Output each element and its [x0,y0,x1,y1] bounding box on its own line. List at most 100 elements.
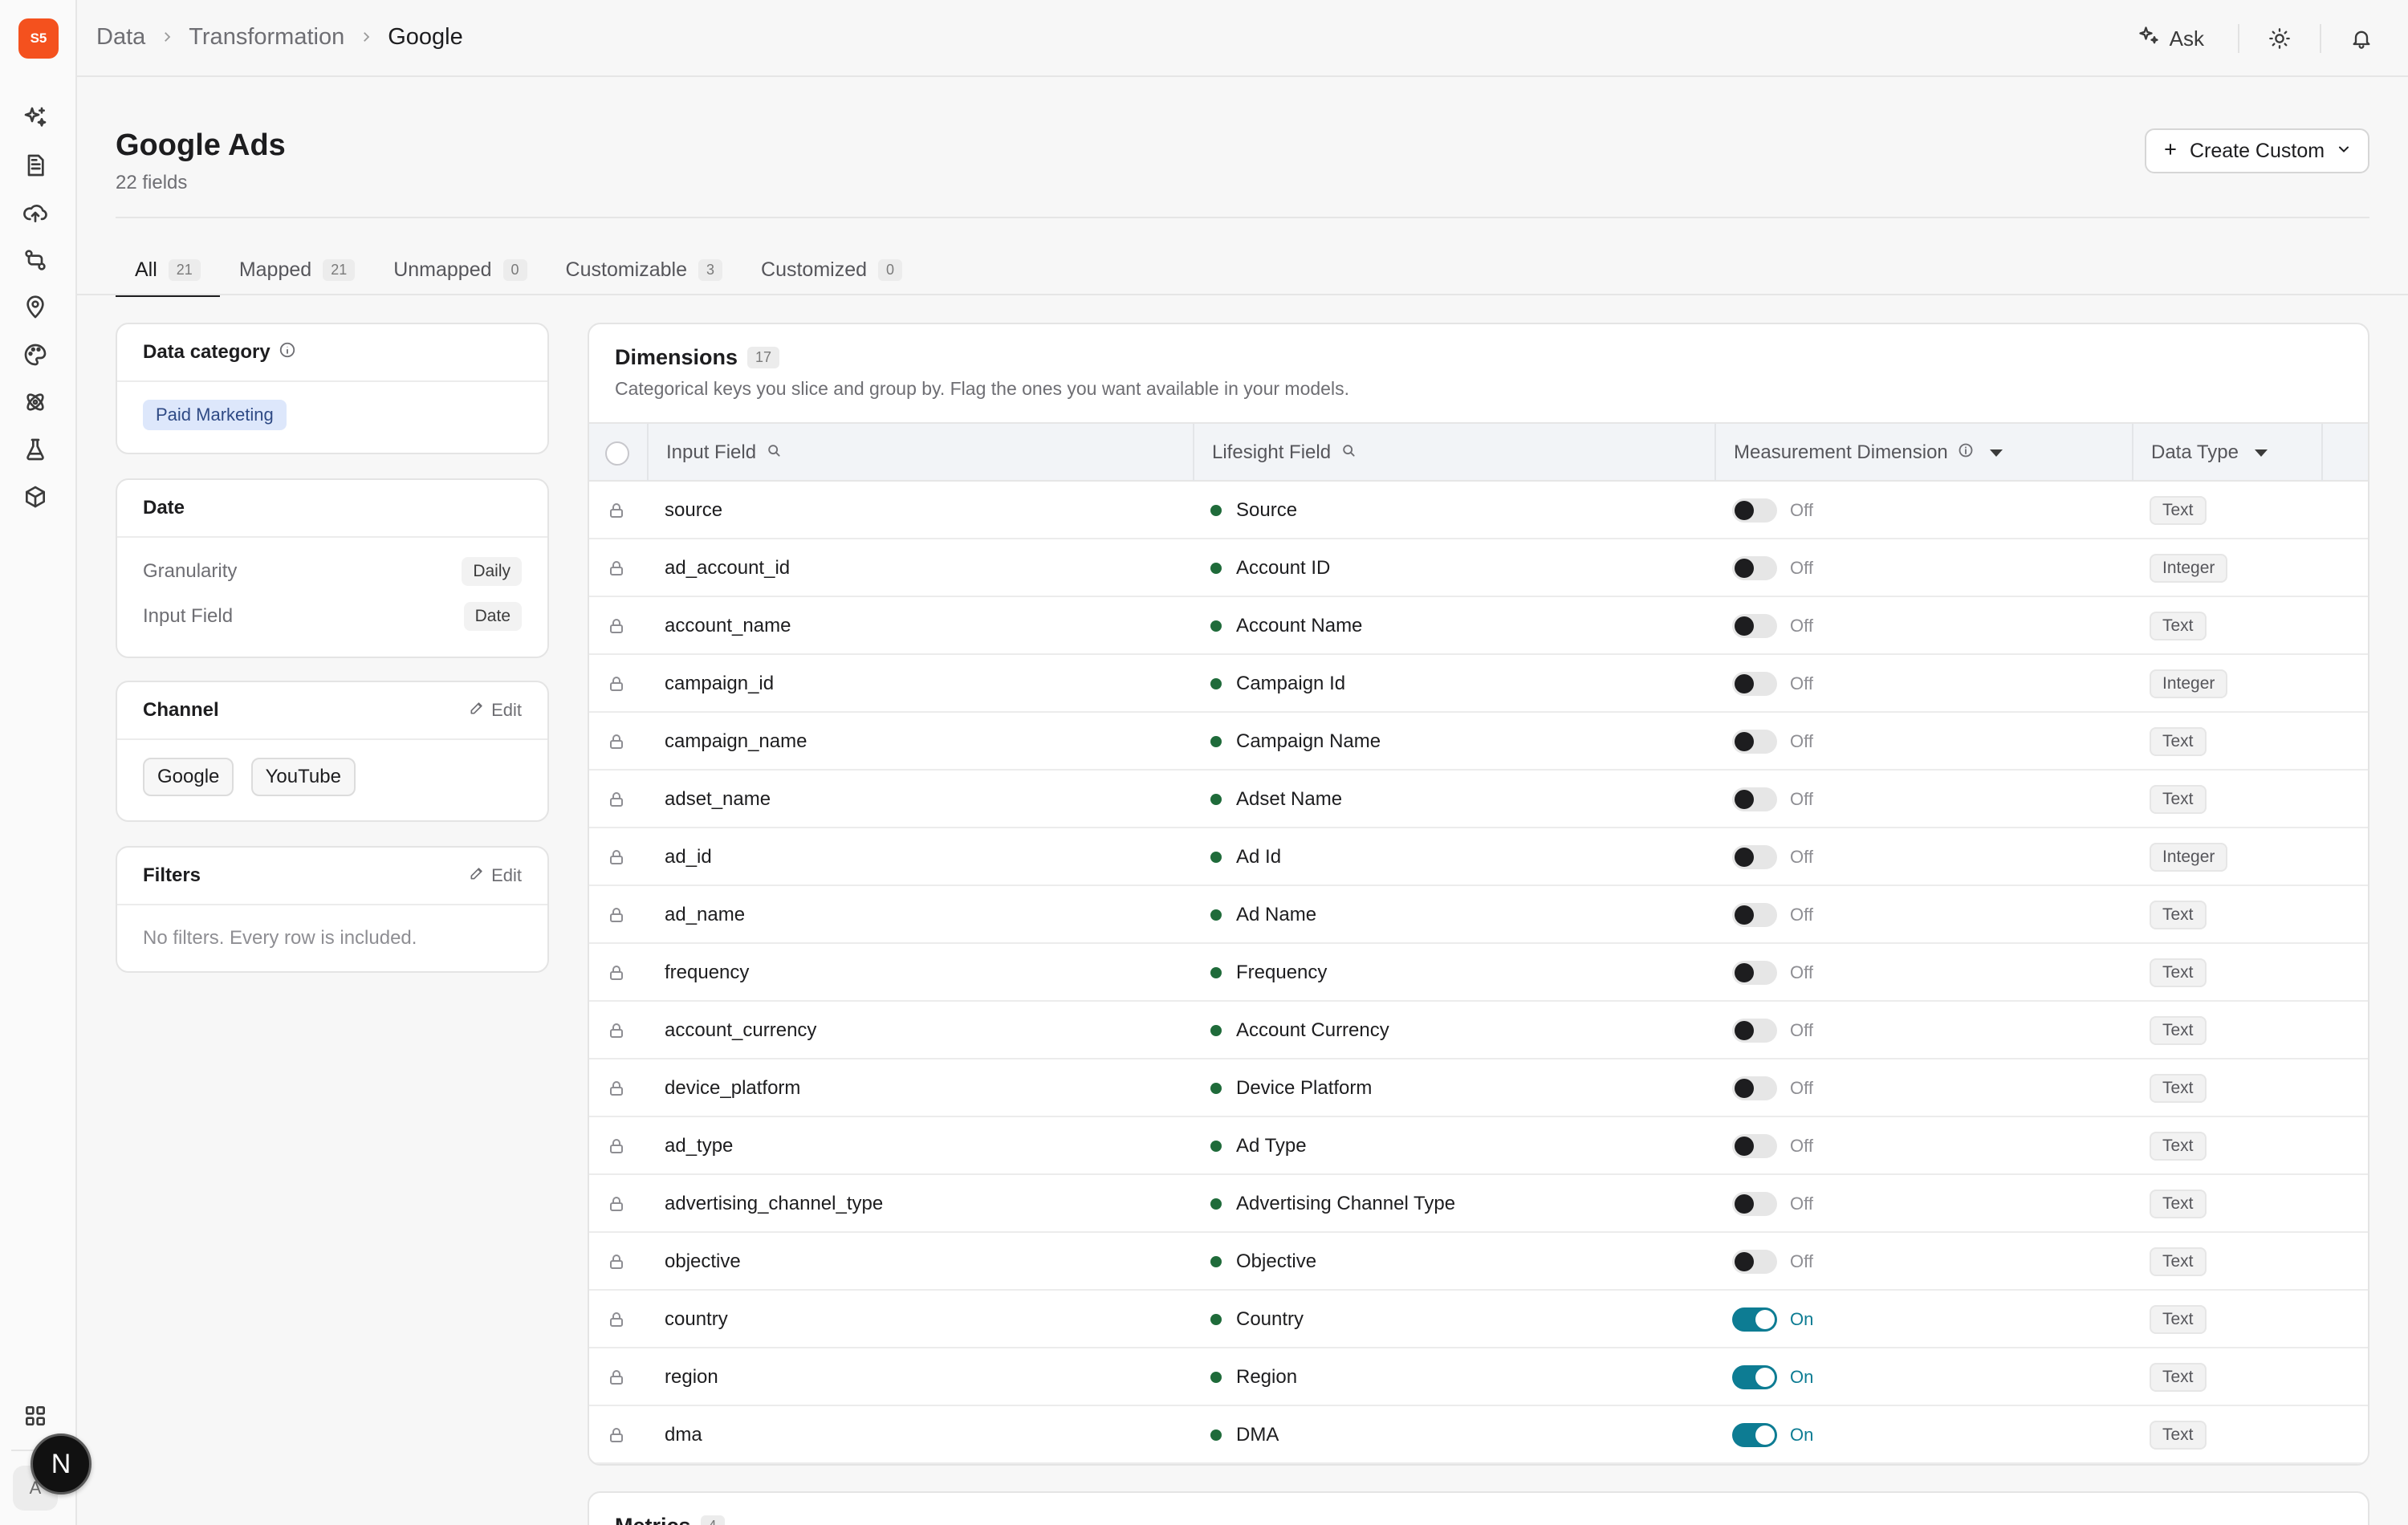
table-row[interactable]: adset_name Adset Name Off Text [589,771,2368,828]
lifesight-field-cell[interactable]: Adset Name [1210,771,1342,828]
data-type-badge[interactable]: Text [2150,1074,2207,1103]
info-icon[interactable] [279,341,296,364]
bell-icon[interactable] [2347,24,2376,53]
input-field-value[interactable]: Date [463,602,522,631]
tab-unmapped[interactable]: Unmapped 0 [374,244,546,295]
edit-filters-button[interactable]: Edit [469,865,522,886]
column-data-type[interactable]: Data Type [2132,424,2321,482]
table-row[interactable]: campaign_id Campaign Id Off Integer [589,655,2368,713]
table-row[interactable]: account_currency Account Currency Off Text [589,1002,2368,1059]
data-type-badge[interactable]: Text [2150,1190,2207,1218]
channel-chip-youtube[interactable]: YouTube [250,758,356,796]
measurement-toggle[interactable] [1732,1076,1777,1100]
measurement-toggle[interactable] [1732,787,1777,811]
data-type-badge[interactable]: Text [2150,612,2207,640]
column-measurement-dimension[interactable]: Measurement Dimension [1714,424,2132,482]
lifesight-field-cell[interactable]: Device Platform [1210,1059,1372,1117]
data-type-badge[interactable]: Text [2150,496,2207,525]
lifesight-field-cell[interactable]: Source [1210,482,1297,539]
column-input-field[interactable]: Input Field [647,424,1193,482]
table-row[interactable]: dma DMA On Text [589,1406,2368,1464]
measurement-toggle[interactable] [1732,1250,1777,1274]
lifesight-field-cell[interactable]: Ad Id [1210,828,1281,886]
table-row[interactable]: advertising_channel_type Advertising Chan… [589,1175,2368,1233]
table-row[interactable]: source Source Off Text [589,482,2368,539]
data-type-badge[interactable]: Text [2150,1132,2207,1161]
lifesight-field-cell[interactable]: Frequency [1210,944,1327,1002]
sun-icon[interactable] [2265,24,2294,53]
lifesight-field-cell[interactable]: Account Currency [1210,1002,1389,1059]
document-icon[interactable] [21,151,50,180]
column-lifesight-field[interactable]: Lifesight Field [1193,424,1714,482]
category-tag[interactable]: Paid Marketing [143,400,287,430]
granularity-value[interactable]: Daily [462,557,522,586]
user-avatar[interactable]: N [31,1434,92,1494]
sort-caret-icon[interactable] [1989,449,2003,457]
table-row[interactable]: ad_type Ad Type Off Text [589,1117,2368,1175]
measurement-toggle[interactable] [1732,1019,1777,1043]
measurement-toggle[interactable] [1732,498,1777,523]
measurement-toggle[interactable] [1732,1134,1777,1158]
table-row[interactable]: account_name Account Name Off Text [589,597,2368,655]
tab-customizable[interactable]: Customizable 3 [547,244,742,295]
data-type-badge[interactable]: Integer [2150,669,2228,698]
channel-chip-google[interactable]: Google [143,758,234,796]
lifesight-field-cell[interactable]: Advertising Channel Type [1210,1175,1455,1233]
data-type-badge[interactable]: Text [2150,1305,2207,1334]
tab-all[interactable]: All 21 [116,244,220,297]
lifesight-field-cell[interactable]: DMA [1210,1406,1279,1464]
lifesight-field-cell[interactable]: Ad Type [1210,1117,1307,1175]
measurement-toggle[interactable] [1732,1192,1777,1216]
table-row[interactable]: campaign_name Campaign Name Off Text [589,713,2368,771]
table-row[interactable]: objective Objective Off Text [589,1233,2368,1291]
lifesight-field-cell[interactable]: Region [1210,1348,1297,1406]
data-type-badge[interactable]: Integer [2150,554,2228,583]
lifesight-field-cell[interactable]: Account ID [1210,539,1330,597]
lifesight-field-cell[interactable]: Objective [1210,1233,1316,1291]
sort-caret-icon[interactable] [2254,449,2268,457]
breadcrumb-item-data[interactable]: Data [96,24,145,51]
data-type-badge[interactable]: Integer [2150,843,2228,872]
lifesight-field-cell[interactable]: Campaign Id [1210,655,1345,713]
app-logo[interactable]: S5 [18,18,59,59]
location-pin-icon[interactable] [21,293,50,322]
data-type-badge[interactable]: Text [2150,727,2207,756]
grid-apps-icon[interactable] [21,1401,50,1430]
data-type-badge[interactable]: Text [2150,1363,2207,1392]
measurement-toggle[interactable] [1732,961,1777,985]
edit-channel-button[interactable]: Edit [469,700,522,721]
lifesight-field-cell[interactable]: Campaign Name [1210,713,1381,771]
measurement-toggle[interactable] [1732,614,1777,638]
select-all-checkbox[interactable] [605,441,629,466]
transform-icon[interactable] [21,246,50,274]
measurement-toggle[interactable] [1732,556,1777,580]
tab-customized[interactable]: Customized 0 [742,244,921,295]
data-type-badge[interactable]: Text [2150,1421,2207,1450]
cube-icon[interactable] [21,482,50,511]
atom-icon[interactable] [21,388,50,417]
table-row[interactable]: ad_account_id Account ID Off Integer [589,539,2368,597]
data-type-badge[interactable]: Text [2150,901,2207,929]
table-row[interactable]: ad_id Ad Id Off Integer [589,828,2368,886]
info-icon[interactable] [1958,441,1974,464]
cloud-upload-icon[interactable] [21,198,50,227]
lifesight-field-cell[interactable]: Account Name [1210,597,1362,655]
sparkles-icon[interactable] [21,104,50,132]
lifesight-field-cell[interactable]: Country [1210,1291,1304,1348]
measurement-toggle[interactable] [1732,845,1777,869]
search-icon[interactable] [766,441,782,464]
table-row[interactable]: country Country On Text [589,1291,2368,1348]
measurement-toggle[interactable] [1732,672,1777,696]
breadcrumb-item-transformation[interactable]: Transformation [189,24,344,51]
data-type-badge[interactable]: Text [2150,1247,2207,1276]
measurement-toggle[interactable] [1732,730,1777,754]
lifesight-field-cell[interactable]: Ad Name [1210,886,1316,944]
table-row[interactable]: device_platform Device Platform Off Text [589,1059,2368,1117]
create-custom-button[interactable]: Create Custom [2145,128,2369,173]
search-icon[interactable] [1340,441,1357,464]
measurement-toggle[interactable] [1732,1423,1777,1447]
measurement-toggle[interactable] [1732,903,1777,927]
data-type-badge[interactable]: Text [2150,1016,2207,1045]
ask-button[interactable]: Ask [2129,25,2212,53]
data-type-badge[interactable]: Text [2150,785,2207,814]
